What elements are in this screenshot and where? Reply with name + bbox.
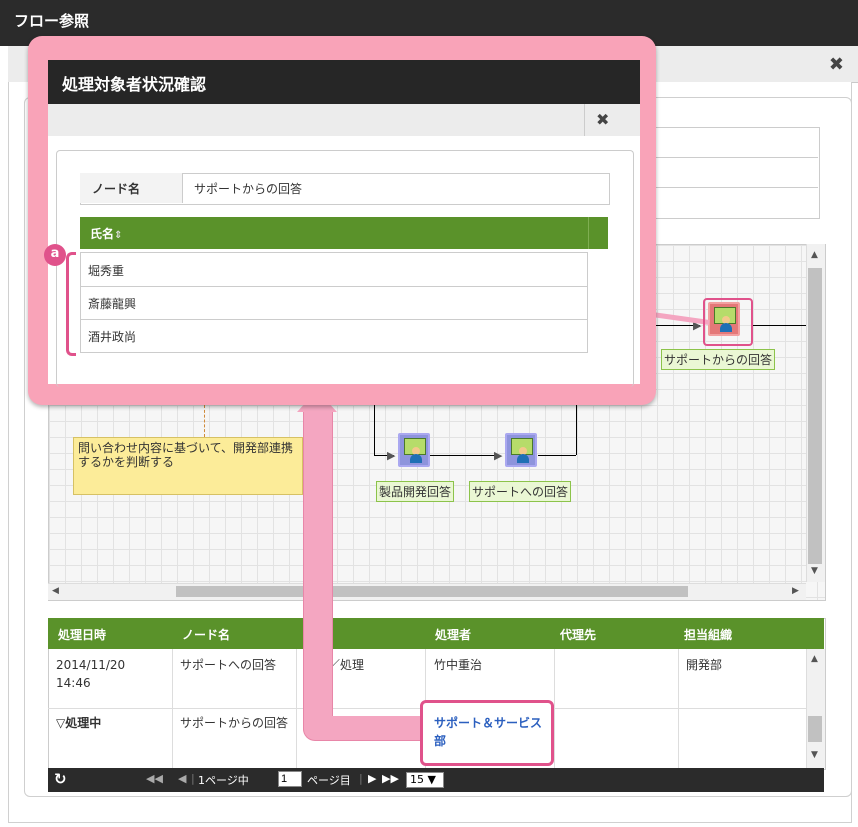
flow-connector	[576, 405, 577, 455]
canvas-horizontal-scroll-thumb[interactable]	[176, 586, 688, 597]
scroll-up-icon[interactable]: ▲	[811, 250, 818, 260]
note-connector	[204, 405, 205, 437]
flow-connector	[430, 455, 500, 456]
node-name-label: ノード名	[92, 182, 141, 196]
processor-link[interactable]: サポート＆サービス部	[434, 714, 544, 750]
flow-node-label: サポートからの回答	[661, 349, 776, 370]
page-suffix-label: ページ目	[307, 774, 351, 787]
person-name: 斎藤龍興	[88, 297, 137, 311]
annotation-bracket	[66, 252, 76, 356]
next-page-icon[interactable]: ▶	[368, 772, 376, 785]
last-page-icon[interactable]: ▶▶	[382, 772, 399, 785]
page-count-label: 1ページ中	[198, 774, 249, 787]
arrow-head-icon: ▶	[494, 449, 503, 462]
toolbar-divider	[584, 104, 585, 136]
outer-dialog-title: フロー参照	[14, 12, 90, 30]
canvas-vertical-scroll-thumb[interactable]	[808, 268, 822, 564]
flow-node-label: 製品開発回答	[376, 481, 455, 502]
page-number-input[interactable]	[278, 771, 302, 787]
pager-divider: |	[359, 772, 363, 785]
refresh-icon[interactable]: ↻	[54, 770, 67, 788]
flow-connector	[538, 455, 576, 456]
annotation-badge: a	[44, 244, 66, 266]
list-item	[80, 252, 588, 287]
table-cell-time: 14:46	[56, 676, 91, 690]
callout-arrow-shaft	[303, 408, 333, 740]
scroll-down-icon[interactable]: ▼	[811, 566, 818, 576]
history-scroll-thumb[interactable]	[808, 716, 822, 742]
column-header[interactable]: 代理先	[560, 626, 596, 643]
table-cell-node: サポートへの回答	[180, 658, 277, 672]
flow-connector	[374, 405, 375, 455]
scroll-right-icon[interactable]: ▶	[792, 586, 799, 596]
names-table-header	[80, 217, 608, 249]
list-item	[80, 319, 588, 353]
pager-divider: |	[191, 772, 195, 785]
history-table-header: 処理日時 ノード名 処理 処理者 代理先 担当組織	[48, 618, 824, 649]
page-size-select[interactable]: 15 ▼	[406, 772, 444, 788]
arrow-head-icon: ▶	[387, 449, 396, 462]
column-header[interactable]: 処理者	[435, 626, 471, 643]
callout-arrow-base	[303, 716, 425, 741]
popup-title: 処理対象者状況確認	[62, 75, 207, 94]
name-column-header[interactable]: 氏名⇕	[90, 225, 122, 242]
name-column-label: 氏名	[90, 227, 115, 241]
node-highlight	[703, 298, 753, 346]
first-page-icon[interactable]: ◀◀	[146, 772, 163, 785]
close-icon[interactable]: ✖	[596, 110, 609, 129]
table-cell-status: ▽処理中	[56, 716, 102, 730]
flow-node-dev-reply[interactable]	[398, 433, 430, 467]
flow-node-reply-to-support[interactable]	[505, 433, 537, 467]
flow-connector	[752, 325, 806, 326]
flow-note: 問い合わせ内容に基づいて、開発部連携するかを判断する	[73, 437, 303, 495]
flow-node-label: サポートへの回答	[469, 481, 572, 502]
node-name-value: サポートからの回答	[194, 182, 303, 196]
prev-page-icon[interactable]: ◀	[178, 772, 186, 785]
table-cell-node: サポートからの回答	[180, 716, 289, 730]
person-name: 酒井政尚	[88, 330, 137, 344]
list-item	[80, 286, 588, 320]
scroll-left-icon[interactable]: ◀	[52, 586, 59, 596]
column-header[interactable]: 担当組織	[684, 626, 732, 643]
sort-icon[interactable]: ⇕	[114, 230, 122, 241]
table-cell-org: 開発部	[686, 658, 723, 672]
scroll-up-icon[interactable]: ▲	[811, 654, 818, 664]
pager-bar: ↻ ◀◀ ◀ | 1ページ中 ページ目 | ▶ ▶▶ 15 ▼	[48, 768, 824, 792]
person-name: 堀秀重	[88, 264, 125, 278]
column-header[interactable]: ノード名	[182, 626, 230, 643]
popup-toolbar	[48, 104, 640, 137]
table-cell-date: 2014/11/20	[56, 658, 126, 672]
scroll-down-icon[interactable]: ▼	[811, 750, 818, 760]
header-divider	[588, 217, 589, 249]
close-icon[interactable]: ✖	[829, 54, 844, 75]
table-cell-user: 竹中重治	[434, 658, 483, 672]
column-header[interactable]: 処理日時	[58, 626, 106, 643]
